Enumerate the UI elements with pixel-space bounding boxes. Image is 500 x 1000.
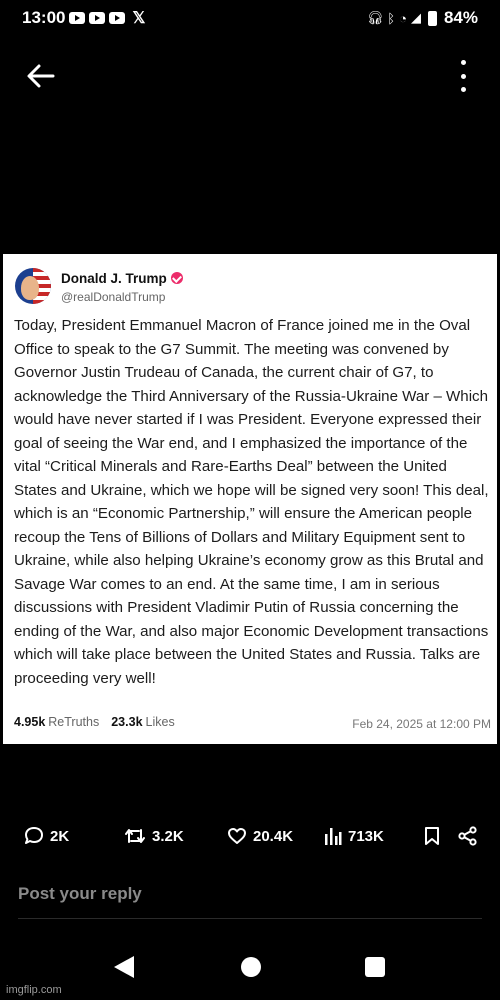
embedded-post-image[interactable]: Donald J. Trump @realDonaldTrump Today, … <box>3 254 497 744</box>
repost-count: 3.2K <box>152 827 184 845</box>
wifi-icon: ◔ <box>399 10 407 26</box>
comment-icon <box>25 827 43 844</box>
author-name: Donald J. Trump <box>61 271 167 286</box>
reply-count: 2K <box>50 827 70 845</box>
like-button[interactable]: 20.4K <box>227 826 293 846</box>
repost-button[interactable]: 3.2K <box>124 826 184 846</box>
status-time: 13:00 <box>22 8 66 27</box>
nav-home-icon[interactable] <box>241 957 261 977</box>
battery-level: 84% <box>443 8 478 27</box>
youtube-icon <box>89 12 106 24</box>
views-count: 713K <box>348 827 384 845</box>
status-left: 13:00 𝕏 <box>22 8 145 28</box>
retruths-label: ReTruths <box>48 715 100 729</box>
repost-icon <box>125 829 145 843</box>
heart-icon <box>228 828 246 844</box>
post-action-bar: 2K 3.2K 20.4K 713K <box>0 822 500 850</box>
arrow-left-icon <box>27 64 55 88</box>
reply-button[interactable]: 2K <box>24 826 69 846</box>
x-icon: 𝕏 <box>132 10 146 27</box>
nav-back-icon[interactable] <box>114 956 134 978</box>
youtube-icon <box>109 12 126 24</box>
back-button[interactable] <box>26 62 56 90</box>
divider <box>18 918 482 919</box>
likes-count: 23.3k <box>111 715 143 729</box>
avatar <box>15 268 51 304</box>
more-options-button[interactable] <box>456 60 470 92</box>
verified-badge-icon <box>170 272 183 284</box>
nav-recents-icon[interactable] <box>365 957 385 977</box>
share-icon <box>458 826 477 846</box>
status-right: 🎧︎ ᛒ ◔ ◢ 84% <box>367 8 478 28</box>
watermark: imgflip.com <box>6 984 62 996</box>
bar-chart-icon <box>325 828 342 845</box>
post-date: Feb 24, 2025 at 12:00 PM <box>352 717 491 731</box>
reply-input[interactable]: Post your reply <box>18 884 142 904</box>
more-vertical-icon <box>460 60 466 65</box>
bookmark-button[interactable] <box>424 826 440 846</box>
system-nav-bar <box>0 950 500 984</box>
likes-label: Likes <box>145 715 175 729</box>
author-handle: @realDonaldTrump <box>61 290 166 304</box>
bluetooth-icon: ᛒ <box>387 10 396 26</box>
like-count: 20.4K <box>253 827 294 845</box>
signal-icon: ◢ <box>410 10 421 25</box>
author-name-row: Donald J. Trump <box>61 271 183 286</box>
headphones-icon: 🎧︎ <box>366 10 384 25</box>
post-text: Today, President Emmanuel Macron of Fran… <box>14 317 489 687</box>
status-bar: 13:00 𝕏 🎧︎ ᛒ ◔ ◢ 84% <box>0 0 500 36</box>
top-app-bar <box>0 54 500 98</box>
retruths-count: 4.95k <box>14 715 46 729</box>
battery-icon <box>427 10 437 26</box>
youtube-icon <box>69 12 86 24</box>
views-button[interactable]: 713K <box>324 826 384 846</box>
share-button[interactable] <box>458 826 478 846</box>
bookmark-icon <box>425 827 439 845</box>
